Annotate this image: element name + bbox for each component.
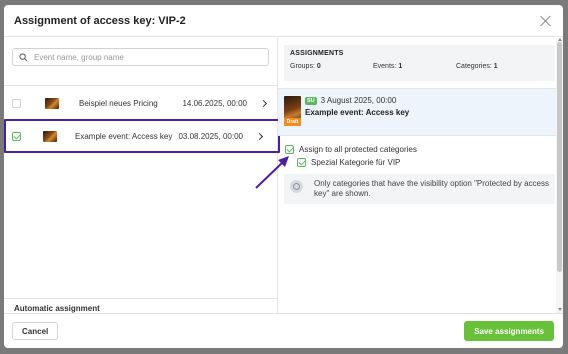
category-option[interactable]: Spezial Kategorie für VIP — [297, 157, 563, 168]
category-label: Spezial Kategorie für VIP — [311, 158, 401, 167]
scroll-thumb[interactable] — [557, 42, 562, 272]
automatic-assignment-label: Automatic assignment — [4, 298, 277, 313]
modal-header: Assignment of access key: VIP-2 — [4, 5, 563, 37]
modal-footer: Cancel Save assignments — [4, 313, 563, 348]
cancel-button[interactable]: Cancel — [12, 322, 59, 340]
assignment-modal: Assignment of access key: VIP-2 Beispiel… — [4, 5, 563, 348]
event-row[interactable]: Example event: Access key 03.08.2025, 00… — [4, 121, 277, 151]
search-icon — [19, 52, 28, 61]
event-detail-info: SU 3 August 2025, 00:00 Example event: A… — [305, 96, 409, 135]
event-detail-date-line: SU 3 August 2025, 00:00 — [305, 96, 409, 105]
event-thumbnail — [43, 130, 57, 142]
day-badge: SU — [305, 96, 317, 105]
event-name: Example event: Access key — [75, 131, 173, 141]
save-assignments-button[interactable]: Save assignments — [464, 321, 554, 341]
category-section: Assign to all protected categories Spezi… — [278, 136, 563, 168]
assignments-summary: ASSIGNMENTS Groups: 0 Events: 1 Categori… — [284, 45, 555, 81]
search-area — [4, 38, 277, 86]
scrollbar[interactable] — [556, 38, 563, 313]
scroll-up-icon[interactable] — [558, 38, 562, 41]
assign-all-label: Assign to all protected categories — [299, 145, 417, 154]
assign-all-option[interactable]: Assign to all protected categories — [285, 144, 563, 155]
event-date: 03.08.2025, 00:00 — [178, 131, 243, 141]
category-checkbox[interactable] — [297, 158, 306, 167]
assignment-panel: ASSIGNMENTS Groups: 0 Events: 1 Categori… — [278, 38, 563, 313]
events-count: Events: 1 — [373, 63, 403, 70]
assign-all-checkbox[interactable] — [285, 145, 294, 154]
event-detail-name: Example event: Access key — [305, 108, 410, 117]
modal-body: Beispiel neues Pricing 14.06.2025, 00:00… — [4, 38, 563, 313]
event-row[interactable]: Beispiel neues Pricing 14.06.2025, 00:00 — [4, 88, 277, 118]
search-input[interactable] — [34, 52, 254, 62]
event-detail-date: 3 August 2025, 00:00 — [320, 96, 397, 105]
event-thumbnail — [45, 97, 59, 109]
event-detail: Draft SU 3 August 2025, 00:00 Example ev… — [278, 88, 563, 136]
event-list-panel: Beispiel neues Pricing 14.06.2025, 00:00… — [4, 38, 280, 313]
scroll-down-icon[interactable] — [558, 308, 562, 311]
event-checkbox[interactable] — [12, 131, 21, 141]
groups-count: Groups: 0 — [290, 63, 321, 70]
chevron-right-icon[interactable] — [259, 99, 268, 107]
info-icon — [290, 180, 303, 193]
assignments-counts: Groups: 0 Events: 1 Categories: 1 — [290, 63, 549, 70]
close-icon[interactable] — [539, 14, 553, 28]
event-date: 14.06.2025, 00:00 — [182, 98, 247, 108]
info-text: Only categories that have the visibility… — [314, 179, 549, 198]
draft-badge: Draft — [284, 118, 301, 126]
assignments-title: ASSIGNMENTS — [290, 50, 344, 57]
event-name: Beispiel neues Pricing — [79, 98, 158, 108]
event-checkbox[interactable] — [12, 98, 21, 108]
chevron-right-icon[interactable] — [255, 132, 264, 140]
categories-count: Categories: 1 — [456, 63, 498, 70]
search-field[interactable] — [12, 48, 269, 66]
modal-title: Assignment of access key: VIP-2 — [14, 14, 186, 27]
event-detail-thumbnail: Draft — [284, 96, 301, 126]
info-box: Only categories that have the visibility… — [284, 174, 555, 204]
